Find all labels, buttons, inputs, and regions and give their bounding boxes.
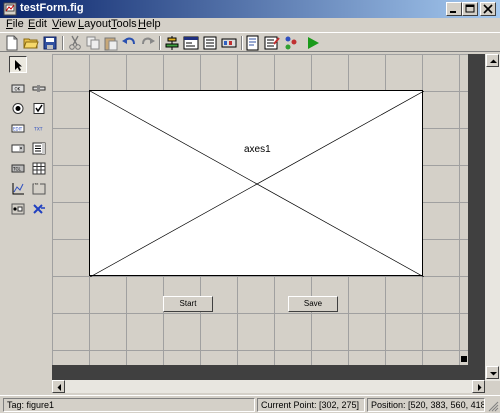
menu-view[interactable]: View [52,18,76,30]
cut-icon[interactable] [67,35,83,51]
popup-menu-icon [11,144,25,153]
palette-edit-text[interactable]: EDIT [9,120,27,137]
palette-slider[interactable] [30,80,48,97]
palette-toggle-button[interactable]: TGL [9,160,27,177]
component-palette: OK EDIT TXT TGL Tit [4,54,50,394]
svg-text:TGL: TGL [12,167,22,172]
new-file-icon[interactable] [4,35,20,51]
save-button[interactable]: Save [288,296,338,312]
menu-tools[interactable]: Tools [111,18,137,30]
svg-text:EDIT: EDIT [13,127,23,132]
scroll-right-button[interactable] [472,380,485,393]
menu-bar: File Edit View Layout Tools Help [0,18,500,32]
scroll-left-button[interactable] [52,380,65,393]
edit-text-icon: EDIT [11,124,25,133]
title-bar: testForm.fig [0,0,500,18]
start-button[interactable]: Start [163,296,213,312]
palette-listbox[interactable] [30,140,48,157]
palette-radiobutton[interactable] [9,100,27,117]
copy-icon[interactable] [85,35,101,51]
maximize-icon [465,4,475,13]
axes-placeholder-cross [90,91,424,277]
svg-text:OK: OK [15,87,21,92]
palette-activex[interactable] [30,200,48,217]
palette-axes[interactable] [9,180,27,197]
matlab-figure-icon [3,2,17,16]
align-objects-icon[interactable] [164,35,180,51]
status-bar: Tag: figure1 Current Point: [302, 275] P… [0,395,500,413]
vertical-scrollbar[interactable] [485,54,500,381]
close-icon [483,4,493,14]
table-icon [32,162,46,175]
svg-text:TXT: TXT [33,127,43,133]
tab-order-icon[interactable] [202,35,218,51]
horizontal-scrollbar[interactable] [52,380,485,393]
arrow-left-icon [57,384,61,391]
radiobutton-icon [12,103,24,114]
checkbox-icon [33,103,45,114]
minimize-icon [450,11,456,13]
scroll-up-button[interactable] [486,54,499,67]
axes-label: axes1 [244,144,271,155]
svg-text:Tit: Tit [34,182,40,186]
button-group-icon [11,203,25,215]
status-current-point: Current Point: [302, 275] [257,398,365,412]
palette-button-group[interactable] [9,200,27,217]
mfile-editor-icon[interactable] [245,35,261,51]
menu-edit[interactable]: Edit [28,18,47,30]
palette-static-text[interactable]: TXT [30,120,48,137]
axes-component[interactable]: axes1 [89,90,424,277]
status-position: Position: [520, 383, 560, 418] [367,398,485,412]
layout-canvas[interactable]: axes1 Start Save [52,54,485,380]
menu-editor-icon[interactable] [183,35,199,51]
arrow-up-icon [490,59,497,63]
menu-layout[interactable]: Layout [78,18,111,30]
size-grip-icon[interactable] [487,400,499,412]
window-title: testForm.fig [20,2,84,14]
palette-checkbox[interactable] [30,100,48,117]
toolbar-separator [62,36,64,50]
palette-pushbutton[interactable]: OK [9,80,27,97]
paste-icon[interactable] [103,35,119,51]
slider-icon [32,85,46,92]
figure-resize-handle[interactable] [461,356,467,362]
select-arrow-icon [15,60,22,71]
toggle-button-icon: TGL [11,164,25,173]
axes-icon [12,183,24,195]
undo-icon[interactable] [121,35,137,51]
toolbar-editor-icon[interactable] [221,35,237,51]
property-inspector-icon[interactable] [264,35,280,51]
canvas-border-right [468,54,485,380]
scroll-down-button[interactable] [486,366,499,379]
palette-select[interactable] [9,56,27,73]
pushbutton-icon: OK [11,84,25,93]
status-tag: Tag: figure1 [3,398,255,412]
listbox-icon [32,142,46,155]
toolbar-separator [159,36,161,50]
arrow-right-icon [478,384,482,391]
save-icon[interactable] [42,35,58,51]
canvas-border-bottom [52,365,485,380]
toolbar-separator [241,36,243,50]
menu-file[interactable]: File [6,18,24,30]
run-icon[interactable] [305,35,321,51]
palette-panel[interactable]: Tit [30,180,48,197]
open-folder-icon[interactable] [23,35,39,51]
activex-icon [33,204,45,214]
maximize-button[interactable] [462,2,478,16]
menu-help[interactable]: Help [138,18,161,30]
panel-icon: Tit [32,182,46,195]
palette-table[interactable] [30,160,48,177]
close-button[interactable] [480,2,496,16]
object-browser-icon[interactable] [283,35,299,51]
arrow-down-icon [490,372,497,376]
static-text-icon: TXT [33,127,43,133]
redo-icon[interactable] [140,35,156,51]
minimize-button[interactable] [446,2,462,16]
toolbar [0,32,500,52]
palette-popup-menu[interactable] [9,140,27,157]
